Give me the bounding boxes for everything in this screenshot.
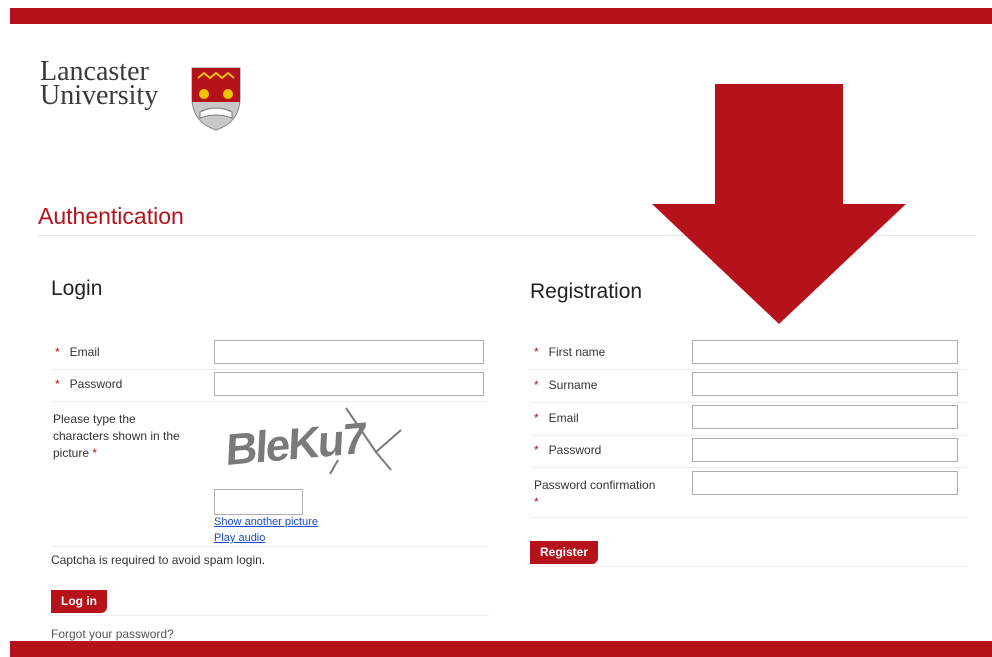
reg-email-input[interactable] (692, 405, 958, 429)
reg-confirm-label: Password confirmation * (534, 477, 674, 511)
registration-title: Registration (530, 280, 643, 303)
captcha-text: BleKu7 (226, 414, 367, 475)
reg-surname-input[interactable] (692, 372, 958, 396)
login-button-divider (51, 614, 489, 616)
captcha-note: Captcha is required to avoid spam login. (51, 553, 266, 567)
logo-line-2: University (40, 80, 159, 111)
reg-confirm-input[interactable] (692, 471, 958, 495)
reg-password-input[interactable] (692, 438, 958, 462)
down-arrow-icon (652, 84, 906, 324)
required-marker: * (55, 377, 60, 391)
register-button[interactable]: Register (530, 541, 599, 564)
required-marker: * (534, 378, 539, 392)
required-marker: * (92, 446, 98, 460)
register-button-divider (530, 565, 968, 567)
forgot-password-link[interactable]: Forgot your password? (51, 627, 174, 641)
reg-password-label: * Password (534, 443, 602, 457)
login-email-label: * Email (55, 345, 100, 359)
reg-email-label: * Email (534, 411, 579, 425)
login-password-label: * Password (55, 377, 123, 391)
top-banner (10, 8, 992, 24)
captcha-input[interactable] (214, 489, 303, 515)
required-marker: * (534, 345, 539, 359)
reg-first-name-input[interactable] (692, 340, 958, 364)
login-password-input[interactable] (214, 372, 484, 396)
reg-first-name-label: * First name (534, 345, 606, 359)
university-crest-icon (191, 67, 241, 131)
page-title: Authentication (38, 203, 184, 229)
captcha-label: Please type the characters shown in the … (53, 412, 180, 460)
login-button[interactable]: Log in (51, 590, 107, 613)
play-audio-link[interactable]: Play audio (214, 532, 265, 544)
login-title: Login (51, 277, 103, 300)
bottom-banner (10, 641, 992, 657)
university-logo[interactable]: Lancaster University (40, 58, 250, 132)
required-marker: * (534, 443, 539, 457)
required-marker: * (534, 411, 539, 425)
captcha-divider (51, 545, 489, 547)
required-marker: * (55, 345, 60, 359)
reg-surname-label: * Surname (534, 378, 598, 392)
required-marker: * (534, 495, 539, 509)
captcha-image: BleKu7 (226, 407, 402, 475)
login-email-input[interactable] (214, 340, 484, 364)
logo-wordmark: Lancaster University (40, 58, 159, 111)
show-another-picture-link[interactable]: Show another picture (214, 516, 318, 528)
